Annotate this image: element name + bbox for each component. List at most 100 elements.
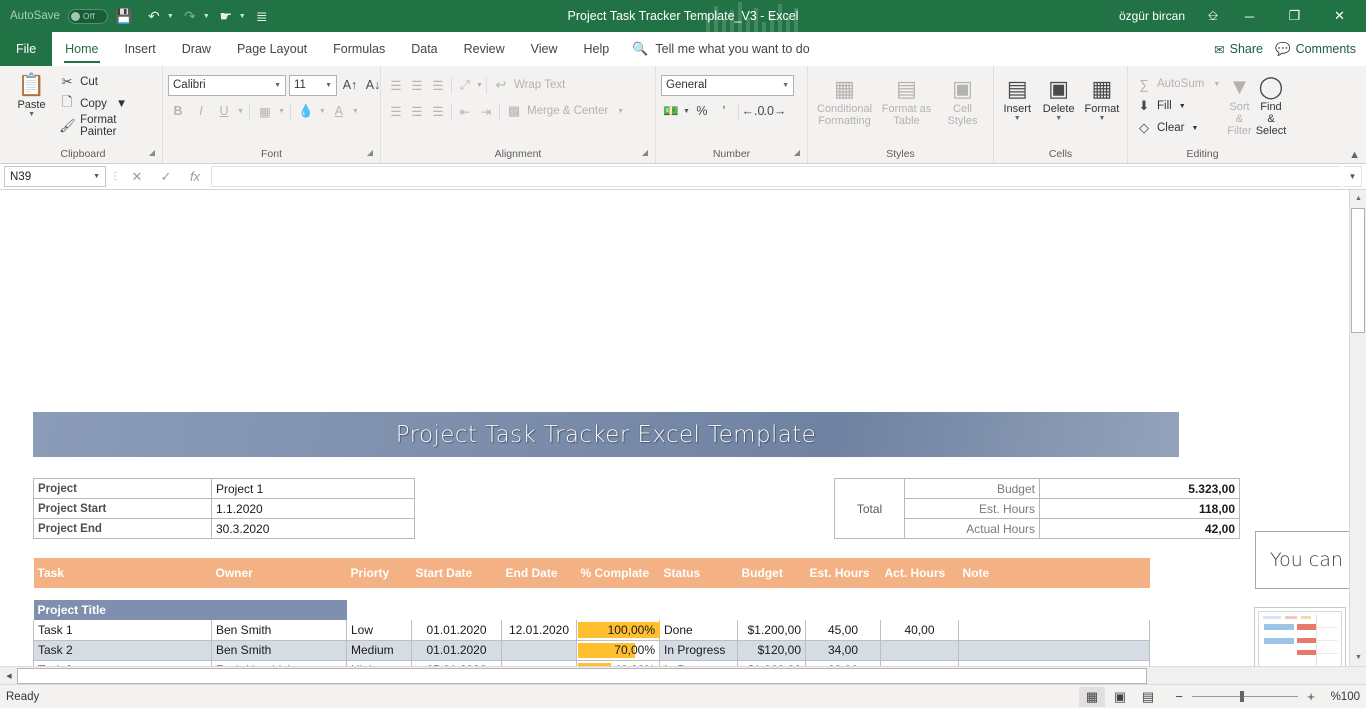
cell-est-hours[interactable]: 45,00 (805, 620, 881, 641)
cell-end-date[interactable]: 12.01.2020 (501, 620, 577, 641)
cell-task[interactable]: Task 3 (33, 660, 212, 666)
redo-icon[interactable]: ↷ (176, 3, 204, 29)
decrease-decimal-icon[interactable]: .0→ (763, 101, 786, 121)
sort-filter-button[interactable]: ▼ Sort & Filter (1227, 72, 1251, 137)
cell-budget[interactable]: $120,00 (737, 640, 806, 661)
autosum-dropdown-icon[interactable]: ▼ (1213, 81, 1220, 88)
project-start-value[interactable]: 1.1.2020 (211, 498, 415, 519)
tab-help[interactable]: Help (571, 32, 623, 66)
cell-priority[interactable]: Medium (346, 640, 412, 661)
merge-dropdown-icon[interactable]: ▼ (617, 108, 624, 115)
cell-budget[interactable]: $1.200,00 (737, 620, 806, 641)
fill-button[interactable]: ⬇ Fill ▼ (1133, 96, 1223, 116)
delete-cells-button[interactable]: ▣ Delete ▼ (1040, 74, 1078, 122)
grow-font-icon[interactable]: A↑ (340, 75, 360, 95)
copy-dropdown-icon[interactable]: ▼ (116, 98, 127, 110)
ribbon-display-options-icon[interactable]: ⎒ (1199, 1, 1227, 31)
fill-dropdown-icon[interactable]: ▼ (1179, 103, 1186, 110)
share-button[interactable]: ✉ Share (1214, 42, 1263, 57)
table-row[interactable]: Task 1 Ben Smith Low 01.01.2020 12.01.20… (33, 620, 1150, 641)
table-row[interactable]: Task 2 Ben Smith Medium 01.01.2020 70,00… (33, 640, 1150, 661)
increase-indent-icon[interactable]: ⇥ (476, 101, 496, 121)
cell-end-date[interactable] (501, 640, 577, 661)
minimize-icon[interactable]: ─ (1227, 0, 1272, 32)
zoom-level-label[interactable]: %100 (1324, 691, 1360, 703)
insert-dropdown-icon[interactable]: ▼ (1014, 115, 1021, 122)
orientation-icon[interactable]: ⤢ (455, 75, 475, 95)
format-as-table-button[interactable]: ▤ Format as Table (880, 74, 934, 127)
cut-button[interactable]: ✂ Cut (56, 72, 157, 92)
number-format-combo[interactable]: General ▼ (661, 74, 794, 96)
undo-dropdown-icon[interactable]: ▼ (167, 13, 174, 20)
cell-end-date[interactable] (501, 660, 577, 666)
tell-me-search[interactable]: 🔍 Tell me what you want to do (622, 32, 819, 66)
cell-owner[interactable]: Zech Handrich (211, 660, 347, 666)
tab-data[interactable]: Data (398, 32, 450, 66)
number-dialog-launcher-icon[interactable]: ◢ (794, 144, 800, 161)
merge-center-button[interactable]: ▩ Merge & Center ▼ (503, 101, 627, 121)
worksheet-viewport[interactable]: Project Task Tracker Excel Template Proj… (0, 190, 1349, 666)
scroll-up-icon[interactable]: ▲ (1350, 190, 1366, 207)
cell-owner[interactable]: Ben Smith (211, 640, 347, 661)
align-right-icon[interactable]: ☰ (428, 101, 448, 121)
cell-act-hours[interactable]: 40,00 (880, 620, 959, 641)
horizontal-scrollbar[interactable]: ◀ (0, 666, 1366, 684)
save-icon[interactable]: 💾 (110, 3, 138, 29)
cell-styles-button[interactable]: ▣ Cell Styles (940, 74, 986, 127)
format-cells-button[interactable]: ▦ Format ▼ (1082, 74, 1122, 122)
vertical-scrollbar-thumb[interactable] (1351, 208, 1365, 333)
close-icon[interactable]: ✕ (1317, 0, 1362, 32)
zoom-slider[interactable] (1192, 691, 1298, 702)
collapse-ribbon-icon[interactable]: ▲ (1349, 149, 1360, 161)
tab-draw[interactable]: Draw (169, 32, 224, 66)
cell-est-hours[interactable]: 34,00 (805, 640, 881, 661)
comments-button[interactable]: 💬 Comments (1275, 42, 1356, 57)
borders-icon[interactable]: ▦ (255, 101, 275, 121)
tab-home[interactable]: Home (52, 32, 111, 66)
font-color-dropdown-icon[interactable]: ▼ (352, 108, 359, 115)
cell-status[interactable]: In Progress (659, 640, 738, 661)
delete-dropdown-icon[interactable]: ▼ (1055, 115, 1062, 122)
tab-file[interactable]: File (0, 32, 53, 66)
cell-start-date[interactable]: 01.01.2020 (411, 620, 502, 641)
cell-note[interactable] (958, 660, 1150, 666)
touch-mode-icon[interactable]: ☛ (212, 3, 240, 29)
tab-page-layout[interactable]: Page Layout (224, 32, 320, 66)
alignment-dialog-launcher-icon[interactable]: ◢ (642, 144, 648, 161)
cell-task[interactable]: Task 1 (33, 620, 212, 641)
font-size-combo[interactable]: 11 ▼ (289, 74, 337, 96)
page-break-view-icon[interactable]: ▤ (1135, 687, 1161, 707)
tab-view[interactable]: View (518, 32, 571, 66)
align-center-icon[interactable]: ☰ (407, 101, 427, 121)
cell-task[interactable]: Task 2 (33, 640, 212, 661)
cell-act-hours[interactable] (880, 660, 959, 666)
thumbnail-preview-panel[interactable] (1254, 607, 1346, 666)
clear-button[interactable]: ◇ Clear ▼ (1133, 118, 1223, 138)
horizontal-scrollbar-track[interactable] (17, 667, 1365, 684)
cell-pct-complete[interactable]: 40,00% (576, 660, 660, 666)
zoom-slider-handle[interactable] (1240, 691, 1244, 702)
cell-start-date[interactable]: 01.01.2020 (411, 640, 502, 661)
underline-button[interactable]: U (214, 101, 234, 121)
align-bottom-icon[interactable]: ☰ (428, 75, 448, 95)
wrap-text-button[interactable]: ↩ Wrap Text (490, 75, 568, 95)
cell-pct-complete[interactable]: 70,00% (576, 640, 660, 661)
project-end-value[interactable]: 30.3.2020 (211, 518, 415, 539)
tab-review[interactable]: Review (451, 32, 518, 66)
cancel-icon[interactable]: ✕ (124, 166, 150, 188)
cell-start-date[interactable]: 05.01.2020 (411, 660, 502, 666)
cell-priority[interactable]: High (346, 660, 412, 666)
format-dropdown-icon[interactable]: ▼ (1098, 115, 1105, 122)
comma-style-icon[interactable]: ’ (714, 101, 734, 121)
cell-status[interactable]: Done (659, 620, 738, 641)
fill-color-dropdown-icon[interactable]: ▼ (319, 108, 326, 115)
increase-decimal-icon[interactable]: ←.0 (741, 101, 764, 121)
vertical-scrollbar[interactable]: ▲ ▼ (1349, 190, 1366, 666)
cell-priority[interactable]: Low (346, 620, 412, 641)
paste-button[interactable]: 📋 Paste ▼ (9, 70, 54, 118)
fill-color-icon[interactable]: 💧 (296, 101, 316, 121)
paste-dropdown-icon[interactable]: ▼ (28, 111, 35, 118)
borders-dropdown-icon[interactable]: ▼ (278, 108, 285, 115)
expand-formula-bar-icon[interactable]: ▼ (1344, 166, 1362, 187)
autosave-toggle[interactable]: Off (67, 8, 108, 24)
